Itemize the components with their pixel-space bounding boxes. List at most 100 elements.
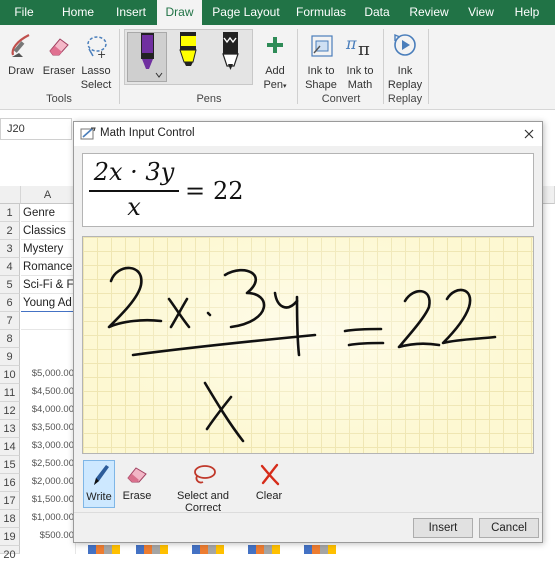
tab-insert[interactable]: Insert	[110, 0, 152, 25]
group-label-convert: Convert	[321, 93, 361, 105]
write-tool-button[interactable]: Write	[83, 460, 115, 508]
row-header-16[interactable]: 16	[0, 474, 20, 492]
cancel-button[interactable]: Cancel	[479, 518, 539, 538]
add-pen-label-2: Pen▾	[263, 79, 287, 91]
ink-replay-button[interactable]: Ink Replay	[387, 31, 423, 91]
lasso-icon	[194, 465, 216, 484]
svg-text:π: π	[345, 34, 357, 53]
row-header-12[interactable]: 12	[0, 402, 20, 420]
row-header-13[interactable]: 13	[0, 420, 20, 438]
tab-review[interactable]: Review	[405, 0, 453, 25]
cell-a6[interactable]: Young Ad	[21, 294, 73, 312]
row-header-15[interactable]: 15	[0, 456, 20, 474]
column-header-a[interactable]: A	[21, 186, 75, 204]
chevron-down-icon: ▾	[283, 83, 287, 90]
cell-a7[interactable]	[21, 312, 73, 330]
ink-to-shape-button[interactable]: Ink to Shape	[302, 31, 340, 91]
svg-text:π: π	[358, 39, 370, 60]
eraser-button[interactable]: Eraser	[41, 31, 77, 91]
row-header-14[interactable]: 14	[0, 438, 20, 456]
row-header-20[interactable]: 20	[0, 546, 20, 561]
close-icon[interactable]	[524, 129, 534, 139]
lasso-label-1: Lasso	[81, 65, 111, 77]
plus-icon	[267, 37, 283, 53]
clear-button[interactable]: Clear	[252, 460, 286, 508]
clear-x-icon	[260, 463, 280, 486]
preview-equals: =	[185, 177, 206, 205]
ink-to-math-label-1: Ink to	[346, 65, 374, 77]
cell-a3[interactable]: Mystery	[21, 240, 73, 258]
chart-axis-label: $3,000.00	[31, 440, 74, 451]
tab-formulas[interactable]: Formulas	[292, 0, 350, 25]
cell-a4[interactable]: Romance	[21, 258, 73, 276]
lasso-label-2: Select	[80, 79, 112, 91]
ink-to-shape-label-2: Shape	[305, 79, 337, 91]
row-header-5[interactable]: 5	[0, 276, 20, 294]
row-header-17[interactable]: 17	[0, 492, 20, 510]
row-header-1[interactable]: 1	[0, 204, 20, 222]
chart-axis-label: $3,500.00	[31, 422, 74, 433]
row-header-10[interactable]: 10	[0, 366, 20, 384]
row-header-18[interactable]: 18	[0, 510, 20, 528]
add-pen-label-1: Add	[265, 65, 285, 77]
select-and-correct-label: Select and Correct	[177, 490, 229, 514]
cell-a2[interactable]: Classics	[21, 222, 73, 240]
ink-to-math-label-2: Math	[347, 79, 373, 91]
chart-axis-label: $5,000.00	[31, 368, 74, 379]
handwriting-input-pad[interactable]	[82, 236, 534, 454]
tab-data[interactable]: Data	[358, 0, 396, 25]
chart-axis-label: $4,500.00	[31, 386, 74, 397]
group-label-pens: Pens	[196, 93, 222, 105]
lasso-icon: +	[87, 36, 107, 59]
ribbon-separator	[119, 29, 120, 104]
chart-axis-label: $4,000.00	[31, 404, 74, 415]
select-all-corner[interactable]	[0, 186, 21, 204]
chart-axis-label: $500.00	[39, 530, 74, 541]
column-header[interactable]	[543, 186, 555, 204]
cell-a1[interactable]: Genre	[21, 204, 73, 222]
math-input-dialog: Math Input Control 2x · 3y x = 22 Write …	[73, 121, 543, 543]
row-header-2[interactable]: 2	[0, 222, 20, 240]
tab-page-layout[interactable]: Page Layout	[210, 0, 282, 25]
row-header-6[interactable]: 6	[0, 294, 20, 312]
erase-tool-button[interactable]: Erase	[120, 460, 154, 508]
tab-draw[interactable]: Draw	[157, 0, 202, 25]
preview-denominator: x	[127, 193, 141, 221]
row-header-4[interactable]: 4	[0, 258, 20, 276]
tab-view[interactable]: View	[462, 0, 500, 25]
name-box[interactable]: J20	[0, 118, 72, 140]
chart-axis-label: $2,500.00	[31, 458, 74, 469]
pen-black[interactable]	[213, 32, 249, 82]
dialog-footer-divider	[74, 512, 542, 513]
row-header-3[interactable]: 3	[0, 240, 20, 258]
draw-button[interactable]: Draw	[4, 31, 38, 91]
eraser-icon	[127, 467, 147, 483]
row-header-11[interactable]: 11	[0, 384, 20, 402]
add-pen-button[interactable]: Add Pen▾	[258, 31, 292, 91]
ink-to-math-button[interactable]: π π Ink to Math	[342, 31, 378, 91]
lasso-select-button[interactable]: + Lasso Select	[79, 31, 113, 91]
yellow-highlighter-icon	[179, 32, 197, 66]
ribbon-separator	[428, 29, 429, 104]
tab-file[interactable]: File	[6, 0, 42, 25]
select-and-correct-button[interactable]: Select and Correct	[158, 460, 248, 514]
ink-replay-label-1: Ink	[397, 65, 413, 77]
cell-a5[interactable]: Sci-Fi & F	[21, 276, 73, 294]
row-header-9[interactable]: 9	[0, 348, 20, 366]
insert-button[interactable]: Insert	[413, 518, 473, 538]
ink-to-shape-icon	[311, 35, 333, 57]
write-label: Write	[86, 491, 112, 503]
row-header-8[interactable]: 8	[0, 330, 20, 348]
row-header-7[interactable]: 7	[0, 312, 20, 330]
row-header-19[interactable]: 19	[0, 528, 20, 546]
dialog-titlebar[interactable]: Math Input Control	[74, 122, 542, 146]
pen-yellow-highlighter[interactable]	[171, 32, 207, 82]
chart-axis-label: $1,500.00	[31, 494, 74, 505]
ink-to-math-icon: π π	[345, 34, 370, 60]
tab-help[interactable]: Help	[508, 0, 546, 25]
pen-purple-selected[interactable]	[127, 32, 167, 82]
chart-bars-strip	[88, 545, 336, 554]
svg-text:+: +	[97, 48, 106, 59]
draw-label: Draw	[8, 65, 34, 77]
tab-home[interactable]: Home	[55, 0, 101, 25]
